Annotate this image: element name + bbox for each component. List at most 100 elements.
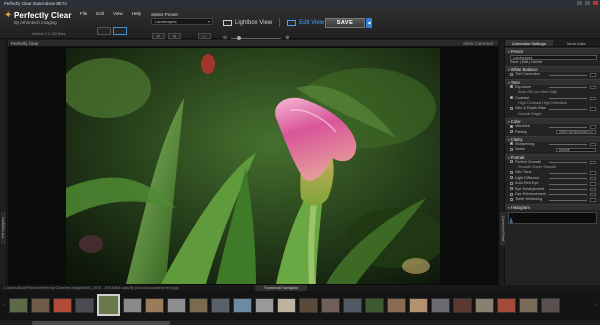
- thumbnail[interactable]: [343, 297, 362, 313]
- thumbnail[interactable]: [255, 297, 274, 313]
- thumbnail[interactable]: [431, 297, 450, 313]
- thumbnail[interactable]: [9, 297, 28, 313]
- setting-checkbox[interactable]: [510, 197, 513, 201]
- scrollbar-thumb[interactable]: [32, 321, 170, 325]
- thumbnail[interactable]: [167, 297, 186, 313]
- photo-calla-lily[interactable]: [66, 48, 440, 284]
- setting-slider[interactable]: [549, 108, 587, 110]
- setting-checkbox[interactable]: [510, 187, 513, 191]
- tab-correction-settings[interactable]: Correction Settings: [505, 40, 553, 46]
- save-options-arrow-icon[interactable]: ◀: [366, 18, 372, 28]
- setting-value-field[interactable]: [590, 85, 596, 90]
- setting-value-field[interactable]: [590, 193, 596, 197]
- menu-edit[interactable]: Edit: [96, 11, 104, 16]
- single-view-button[interactable]: [97, 27, 111, 35]
- setting-checkbox[interactable]: [510, 124, 513, 128]
- setting-checkbox[interactable]: [510, 147, 513, 151]
- setting-checkbox[interactable]: [510, 160, 513, 164]
- setting-value-field[interactable]: [590, 142, 596, 147]
- thumbnail[interactable]: [541, 297, 560, 313]
- setting-row[interactable]: Noise Default: [505, 147, 600, 153]
- menu-help[interactable]: Help: [132, 11, 141, 16]
- thumbnail[interactable]: [233, 297, 252, 313]
- setting-checkbox[interactable]: [510, 130, 513, 134]
- thumbnail[interactable]: [321, 297, 340, 313]
- setting-row[interactable]: Tint Correction: [505, 72, 600, 77]
- maximize-button[interactable]: [585, 1, 590, 5]
- thumbnail-scrollbar[interactable]: [0, 319, 600, 325]
- thumbnail[interactable]: [409, 297, 428, 313]
- undo-icon[interactable]: ↶: [152, 33, 165, 39]
- redo-icon[interactable]: ↷: [168, 33, 181, 39]
- setting-checkbox[interactable]: [510, 142, 513, 146]
- setting-checkbox[interactable]: [510, 96, 513, 100]
- split-view-button[interactable]: [113, 27, 127, 35]
- setting-checkbox[interactable]: [510, 85, 513, 89]
- thumbnail[interactable]: [387, 297, 406, 313]
- thumbnail-selected[interactable]: [97, 294, 120, 316]
- file-navigator-toggle[interactable]: File Navigator: [1, 212, 6, 244]
- thumbnail[interactable]: [75, 297, 94, 313]
- setting-slider[interactable]: [549, 199, 587, 201]
- setting-value-field[interactable]: [590, 125, 596, 129]
- menu-file[interactable]: File: [80, 11, 87, 16]
- setting-row[interactable]: Teeth Whitening: [505, 197, 600, 202]
- thumbnail[interactable]: [519, 297, 538, 313]
- thumbnail[interactable]: [145, 297, 164, 313]
- thumbnail[interactable]: [53, 297, 72, 313]
- setting-value-field[interactable]: [590, 182, 596, 186]
- setting-checkbox[interactable]: [510, 181, 513, 185]
- setting-value-field[interactable]: [590, 96, 596, 100]
- thumbnail[interactable]: [299, 297, 318, 313]
- setting-dropdown[interactable]: Vivid Full Spectrum Cu: [556, 130, 596, 135]
- thumbnail[interactable]: [365, 297, 384, 313]
- setting-value-field[interactable]: [590, 198, 596, 202]
- setting-checkbox[interactable]: [510, 106, 513, 110]
- zoom-slider[interactable]: [231, 35, 282, 40]
- setting-slider[interactable]: [549, 162, 587, 163]
- thumbnail[interactable]: [211, 297, 230, 313]
- section-preset[interactable]: Preset: [505, 48, 600, 54]
- thumbnail[interactable]: [277, 297, 296, 313]
- setting-value-field[interactable]: [590, 187, 596, 192]
- preset-actions[interactable]: Save | Edit | Delete: [505, 60, 600, 65]
- setting-slider[interactable]: [549, 172, 587, 174]
- zoom-slider-handle[interactable]: [237, 35, 242, 40]
- thumbnail[interactable]: [189, 297, 208, 313]
- setting-dropdown[interactable]: Default: [556, 147, 596, 153]
- thumbnail[interactable]: [453, 297, 472, 313]
- chevron-left-icon[interactable]: ‹: [0, 292, 7, 318]
- setting-slider[interactable]: [549, 97, 587, 99]
- preset-select[interactable]: Landscapes ▾: [151, 18, 213, 25]
- setting-slider[interactable]: [549, 144, 587, 146]
- setting-slider[interactable]: [549, 74, 587, 76]
- setting-value-field[interactable]: [590, 107, 596, 111]
- crop-icon[interactable]: ⌐: [198, 33, 211, 39]
- menu-view[interactable]: View: [113, 11, 123, 16]
- setting-value-field[interactable]: [590, 171, 596, 175]
- thumbnail[interactable]: [31, 297, 50, 313]
- close-button[interactable]: [593, 1, 598, 5]
- setting-value-field[interactable]: [590, 73, 596, 77]
- setting-slider[interactable]: [549, 126, 587, 128]
- setting-slider[interactable]: [549, 194, 587, 196]
- setting-checkbox[interactable]: [510, 176, 513, 180]
- section-histogram[interactable]: Histogram: [505, 203, 600, 210]
- setting-checkbox[interactable]: [510, 72, 513, 76]
- setting-checkbox[interactable]: [510, 170, 513, 174]
- minimize-button[interactable]: [577, 1, 582, 5]
- thumbnail[interactable]: [123, 297, 142, 313]
- show-corrected-toggle[interactable]: Show Corrected: [463, 40, 493, 47]
- setting-row[interactable]: Fidelity Vivid Full Spectrum Cu: [505, 130, 600, 135]
- tab-lightbox-view[interactable]: Lightbox View: [223, 19, 272, 26]
- setting-slider[interactable]: [549, 183, 587, 185]
- tab-edit-view[interactable]: Edit View: [287, 19, 324, 26]
- option-row[interactable]: Normal Bright: [505, 112, 600, 117]
- thumbnail[interactable]: [497, 297, 516, 313]
- chevron-right-icon[interactable]: ›: [593, 292, 600, 318]
- setting-slider[interactable]: [549, 178, 587, 180]
- setting-value-field[interactable]: [590, 176, 596, 181]
- tab-meta-data[interactable]: Meta Data: [552, 40, 600, 46]
- setting-value-field[interactable]: [590, 160, 596, 165]
- setting-checkbox[interactable]: [510, 192, 513, 196]
